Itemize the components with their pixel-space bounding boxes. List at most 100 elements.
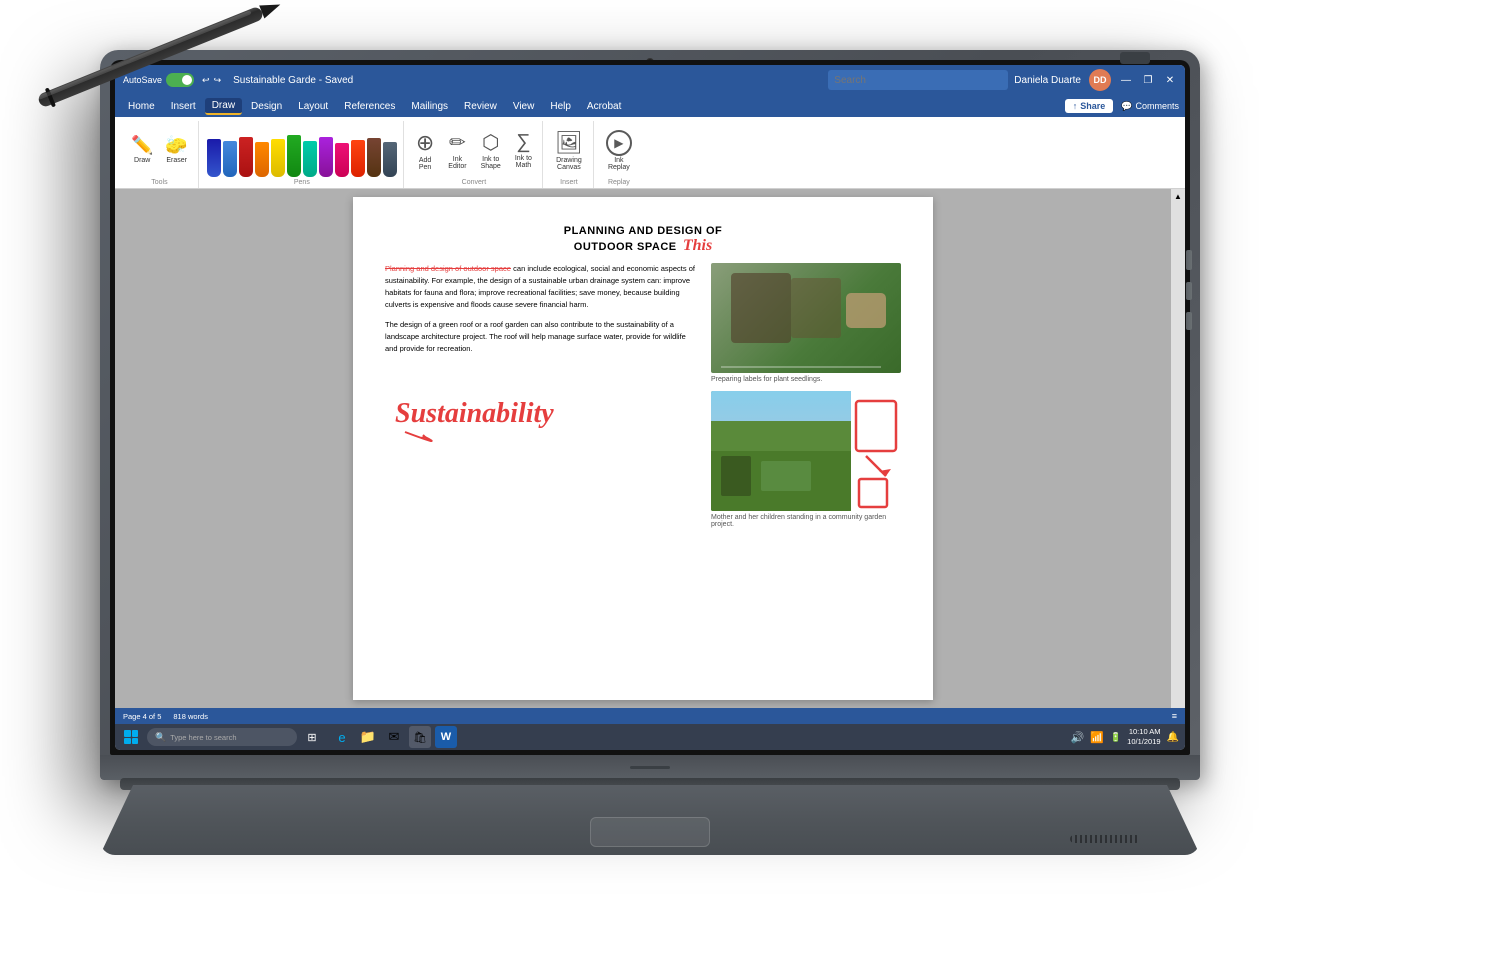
redo-icon[interactable]: ↪ (214, 75, 222, 86)
screen-frame: AutoSave ↩ ↪ Sustainable Garde - Saved D… (100, 50, 1200, 780)
doc-columns: Planning and design of outdoor space can… (385, 263, 901, 528)
taskbar-search[interactable]: 🔍 Type here to search (147, 728, 297, 746)
doc-image1-caption: Preparing labels for plant seedlings. (711, 376, 901, 383)
pen-red[interactable] (239, 137, 253, 177)
menu-mailings[interactable]: Mailings (404, 99, 455, 114)
camera-bump (1120, 52, 1150, 64)
status-bar: Page 4 of 5 818 words ≡ (115, 708, 1185, 724)
doc-body-p2: The design of a green roof or a roof gar… (385, 319, 697, 355)
pen-orange[interactable] (255, 142, 269, 177)
doc-title-handwritten: This (683, 237, 712, 254)
clock-time: 10:10 AM (1127, 727, 1160, 737)
clock-date: 10/1/2019 (1127, 737, 1160, 747)
start-button[interactable] (121, 727, 141, 747)
user-name: Daniela Duarte (1014, 75, 1081, 86)
menu-view[interactable]: View (506, 99, 542, 114)
pen-blue-dark[interactable] (207, 139, 221, 177)
draw-button[interactable]: ✏️ Draw (127, 133, 157, 166)
pen-blue[interactable] (223, 141, 237, 177)
taskbar-mail-icon[interactable]: ✉ (383, 726, 405, 748)
ribbon-group-tools: ✏️ Draw 🧽 Eraser Tools (121, 121, 199, 188)
ink-replay-button[interactable]: ▶ InkReplay (602, 128, 636, 173)
taskbar-apps: e 📁 ✉ 🛍 (331, 726, 457, 748)
windows-taskbar: 🔍 Type here to search ⊞ e (115, 724, 1185, 750)
doc-title-line2: OUTDOOR SPACE (574, 241, 677, 253)
close-button[interactable]: ✕ (1163, 73, 1177, 87)
doc-header: PLANNING AND DESIGN OF OUTDOOR SPACE Thi… (385, 225, 901, 255)
menu-bar: Home Insert Draw Design Layout Reference… (115, 95, 1185, 117)
doc-right-col: Preparing labels for plant seedlings. (711, 263, 901, 528)
power-button[interactable] (1186, 250, 1192, 270)
menu-help[interactable]: Help (543, 99, 578, 114)
side-buttons (1186, 250, 1192, 330)
undo-icon[interactable]: ↩ (202, 75, 210, 86)
taskbar-right: 🔊 📶 🔋 10:10 AM 10/1/2019 🔔 (1071, 727, 1179, 747)
speaker-grille-right (1070, 835, 1140, 843)
scene: AutoSave ↩ ↪ Sustainable Garde - Saved D… (0, 0, 1500, 961)
add-pen-button[interactable]: ⊕ AddPen (412, 128, 438, 173)
taskbar-word-icon[interactable]: W (435, 726, 457, 748)
drawing-canvas-button[interactable]: 🖼 DrawingCanvas (551, 128, 587, 173)
volume-up-button[interactable] (1186, 282, 1192, 300)
pen-yellow[interactable] (271, 139, 285, 177)
comments-button[interactable]: 💬 Comments (1121, 101, 1179, 112)
ribbon: ✏️ Draw 🧽 Eraser Tools (115, 117, 1185, 189)
win-logo-bl (124, 738, 131, 745)
ribbon-group-insert: 🖼 DrawingCanvas Insert (545, 121, 594, 188)
pen-brown[interactable] (367, 138, 381, 177)
doc-left-col: Planning and design of outdoor space can… (385, 263, 697, 528)
win-logo-tl (124, 730, 131, 737)
pen-teal[interactable] (303, 141, 317, 177)
title-bar-left: AutoSave ↩ ↪ Sustainable Garde - Saved (123, 73, 822, 87)
ink-to-math-button[interactable]: ∑ Ink toMath (511, 129, 536, 171)
doc-scroll-area: PLANNING AND DESIGN OF OUTDOOR SPACE Thi… (115, 189, 1171, 708)
ink-to-shape-button[interactable]: ⬡ Ink toShape (477, 128, 505, 172)
title-bar: AutoSave ↩ ↪ Sustainable Garde - Saved D… (115, 65, 1185, 95)
menu-references[interactable]: References (337, 99, 402, 114)
pen-slate[interactable] (383, 142, 397, 177)
taskbar-search-text: Type here to search (170, 733, 236, 742)
pen-green[interactable] (287, 135, 301, 177)
handwriting-svg: Sustainability (385, 367, 645, 447)
svg-text:Sustainability: Sustainability (395, 398, 554, 429)
taskbar-clock[interactable]: 10:10 AM 10/1/2019 (1127, 727, 1160, 747)
minimize-button[interactable]: — (1119, 73, 1133, 87)
eraser-button[interactable]: 🧽 Eraser (161, 133, 191, 166)
handwritten-area: Sustainability (385, 367, 697, 449)
volume-down-button[interactable] (1186, 312, 1192, 330)
doc-page: PLANNING AND DESIGN OF OUTDOOR SPACE Thi… (353, 197, 933, 700)
vertical-scrollbar[interactable] (1171, 189, 1185, 708)
menu-acrobat[interactable]: Acrobat (580, 99, 628, 114)
menu-layout[interactable]: Layout (291, 99, 335, 114)
search-input[interactable] (828, 70, 1008, 90)
title-bar-right: Daniela Duarte DD — ❐ ✕ (1014, 69, 1177, 91)
taskbar-store-icon[interactable]: 🛍 (409, 726, 431, 748)
scroll-up-button[interactable]: ▲ (1171, 189, 1185, 203)
doc-image-2-container (711, 391, 901, 511)
notification-icon[interactable]: 🔔 (1167, 732, 1179, 743)
menu-insert[interactable]: Insert (164, 99, 203, 114)
laptop-device: AutoSave ↩ ↪ Sustainable Garde - Saved D… (100, 50, 1300, 880)
share-button[interactable]: ↑ Share (1065, 99, 1114, 113)
restore-button[interactable]: ❐ (1141, 73, 1155, 87)
doc-strikethrough-para: Planning and design of outdoor space can… (385, 263, 697, 311)
task-view-button[interactable]: ⊞ (303, 728, 321, 746)
pen-red-orange[interactable] (351, 140, 365, 177)
menu-review[interactable]: Review (457, 99, 504, 114)
battery-icon[interactable]: 🔋 (1110, 732, 1121, 743)
taskbar-edge-icon[interactable]: e (331, 726, 353, 748)
trackpad[interactable] (590, 817, 710, 847)
menu-draw[interactable]: Draw (205, 98, 242, 115)
menu-design[interactable]: Design (244, 99, 289, 114)
network-icon[interactable]: 📶 (1090, 731, 1104, 744)
speaker-icon[interactable]: 🔊 (1071, 731, 1085, 744)
ink-editor-button[interactable]: ✏ InkEditor (444, 128, 470, 172)
user-avatar: DD (1089, 69, 1111, 91)
word-ui: AutoSave ↩ ↪ Sustainable Garde - Saved D… (115, 65, 1185, 750)
document-area: ▲ PLANNING AND DESIGN OF OUTDOOR SPACE (115, 189, 1185, 708)
taskbar-folder-icon[interactable]: 📁 (357, 726, 379, 748)
pen-purple[interactable] (319, 137, 333, 177)
ribbon-group-replay: ▶ InkReplay Replay (596, 121, 642, 188)
pen-pink[interactable] (335, 143, 349, 177)
chin-logo (630, 766, 670, 769)
